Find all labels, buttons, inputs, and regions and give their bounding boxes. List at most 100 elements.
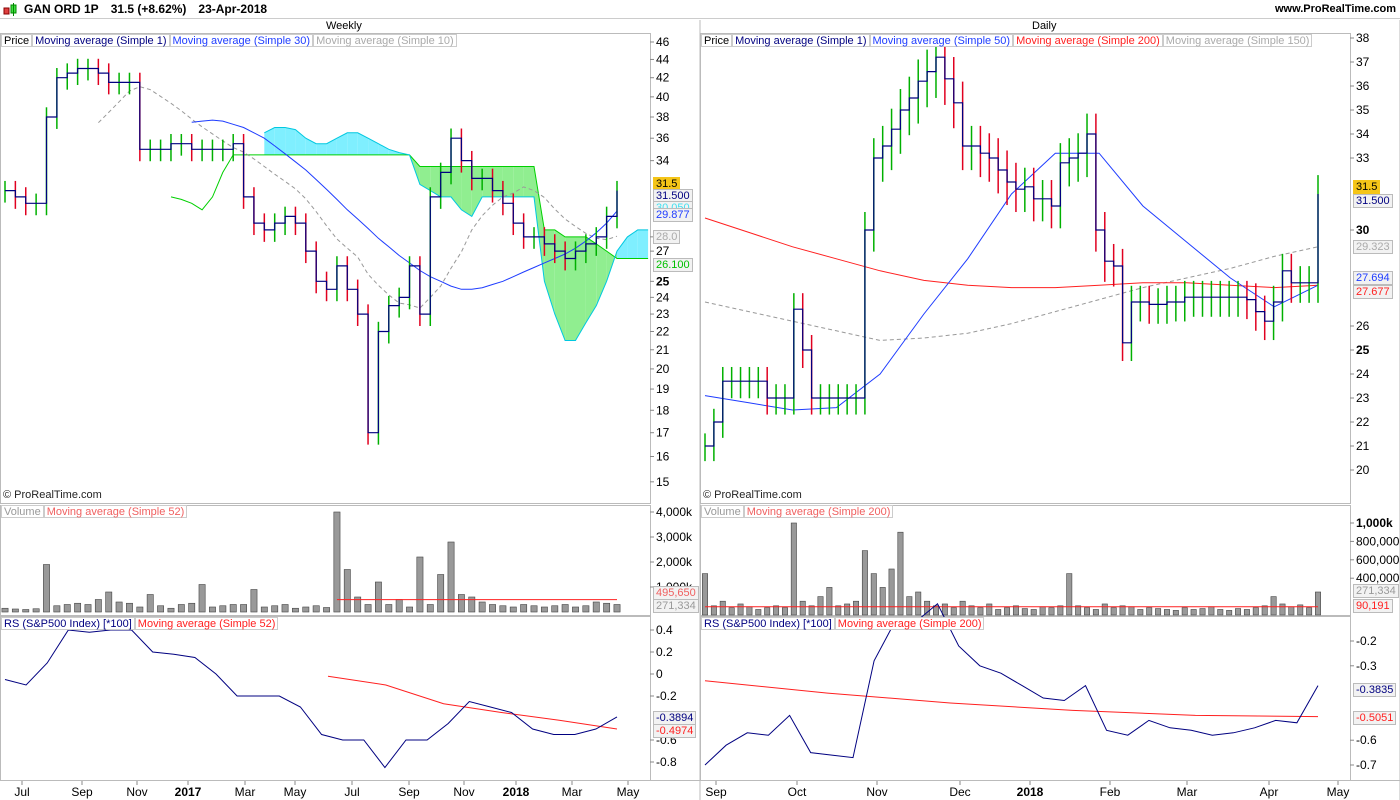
- volume-bar: [1155, 608, 1162, 616]
- date-tick-label: Mar: [1177, 785, 1198, 799]
- volume-bar: [126, 602, 133, 613]
- legend-rs[interactable]: RS (S&P500 Index) [*100]: [1, 617, 135, 630]
- daily-title: Daily: [1032, 20, 1057, 32]
- price-tick-label: 35: [1356, 103, 1370, 117]
- volume-bar: [281, 604, 289, 613]
- volume-bar: [826, 587, 833, 616]
- price-tick-label: 17: [656, 426, 670, 440]
- legend-ma200[interactable]: Moving average (Simple 200): [1013, 34, 1163, 47]
- volume-bar: [157, 605, 165, 613]
- date-tick-label: Apr: [1260, 785, 1279, 799]
- legend-ma1[interactable]: Moving average (Simple 1): [32, 34, 170, 47]
- weekly-ma10-label: 28.0: [653, 230, 681, 244]
- volume-bar: [447, 541, 455, 613]
- daily-price-legend: Price Moving average (Simple 1) Moving a…: [701, 34, 1313, 47]
- weekly-title: Weekly: [326, 20, 362, 32]
- volume-bar: [136, 606, 144, 613]
- volume-bar: [551, 605, 559, 613]
- daily-rs-label: -0.3835: [1353, 683, 1397, 697]
- volume-bar: [1252, 607, 1259, 616]
- legend-price[interactable]: Price: [1, 34, 33, 47]
- legend-ma150[interactable]: Moving average (Simple 150): [1162, 34, 1313, 47]
- volume-bar: [219, 605, 227, 613]
- volume-bar: [995, 609, 1002, 616]
- volume-bar: [781, 607, 788, 616]
- price-tick-label: 24: [1356, 367, 1370, 381]
- ma200-line: [704, 217, 1319, 289]
- rs-line: [4, 629, 618, 769]
- legend-rs-ma[interactable]: Moving average (Simple 200): [834, 617, 985, 630]
- volume-bar: [853, 600, 859, 616]
- price-tick-label: 20: [1356, 463, 1370, 477]
- price-tick-label: 44: [656, 52, 670, 66]
- volume-bar: [105, 591, 113, 613]
- rs-tick-label: 0.2: [656, 645, 673, 659]
- price-tick-label: 36: [1356, 79, 1370, 93]
- volume-bar: [950, 607, 957, 616]
- price-tick-label: 34: [656, 154, 670, 168]
- cloud-segment: [471, 166, 483, 217]
- volume-bar: [1146, 607, 1153, 616]
- volume-bar: [426, 604, 434, 613]
- legend-ma1[interactable]: Moving average (Simple 1): [732, 34, 870, 47]
- cloud-segment: [513, 166, 524, 197]
- chart-canvas[interactable]: 4644424038363428272524232221201918171615…: [0, 0, 1400, 800]
- cloud-segment: [336, 132, 348, 155]
- volume-bar: [292, 607, 299, 613]
- volume-bar: [561, 604, 569, 613]
- rs-tick-label: 0.4: [656, 623, 673, 637]
- weekly-pane-frame-2: [0, 616, 651, 781]
- price-tick-label: 36: [656, 131, 670, 145]
- volume-bar: [271, 605, 279, 613]
- volume-bar: [1279, 603, 1286, 616]
- daily-pane-frame-0: [700, 33, 1351, 504]
- volume-bar: [323, 607, 330, 613]
- volume-bar: [375, 581, 382, 613]
- price-tick-label: 38: [1356, 31, 1370, 45]
- volume-bar: [1306, 607, 1313, 616]
- legend-volume-ma[interactable]: Moving average (Simple 200): [743, 505, 894, 518]
- volume-bar: [32, 608, 40, 613]
- volume-bar: [84, 604, 92, 613]
- volume-tick-label: 3,000k: [656, 530, 693, 544]
- volume-bar: [177, 604, 185, 613]
- price-tick-label: 46: [656, 35, 670, 49]
- weekly-ma30-label: 29.877: [653, 208, 693, 222]
- volume-bar: [115, 601, 123, 613]
- legend-rs-ma[interactable]: Moving average (Simple 52): [134, 617, 279, 630]
- legend-ma30[interactable]: Moving average (Simple 30): [169, 34, 314, 47]
- volume-bar: [1235, 608, 1242, 616]
- date-tick-label: 2017: [175, 785, 202, 799]
- legend-rs[interactable]: RS (S&P500 Index) [*100]: [701, 617, 835, 630]
- weekly-rs-legend: RS (S&P500 Index) [*100] Moving average …: [1, 617, 279, 630]
- legend-ma10[interactable]: Moving average (Simple 10): [313, 34, 457, 47]
- volume-bar: [977, 607, 984, 616]
- volume-bar: [1092, 609, 1099, 616]
- volume-tick-label: 2,000k: [656, 555, 693, 569]
- legend-ma50[interactable]: Moving average (Simple 50): [869, 34, 1014, 47]
- legend-volume[interactable]: Volume: [701, 505, 744, 518]
- volume-bar: [509, 606, 517, 613]
- legend-volume[interactable]: Volume: [1, 505, 44, 518]
- ma50-line: [704, 152, 1319, 411]
- daily-last-price-label: 31.5: [1353, 180, 1381, 194]
- daily-ma200-label: 27.677: [1353, 285, 1393, 299]
- price-tick-label: 22: [656, 325, 670, 339]
- volume-bar: [1315, 591, 1321, 616]
- volume-bar: [861, 550, 868, 616]
- price-tick-label: 15: [656, 475, 670, 489]
- daily-volume-label: 271,334: [1353, 584, 1399, 598]
- volume-bar: [1, 607, 9, 613]
- volume-bar: [240, 604, 247, 613]
- price-tick-label: 42: [656, 71, 670, 85]
- price-tick-label: 16: [656, 450, 670, 464]
- volume-bar: [22, 609, 30, 613]
- price-tick-label: 30: [1356, 223, 1370, 237]
- volume-bar: [1084, 607, 1090, 616]
- legend-volume-ma[interactable]: Moving average (Simple 52): [43, 505, 188, 518]
- date-tick-label: May: [617, 785, 640, 799]
- volume-bar: [737, 603, 744, 616]
- legend-price[interactable]: Price: [701, 34, 733, 47]
- price-tick-label: 40: [656, 90, 670, 104]
- volume-bar: [520, 604, 528, 613]
